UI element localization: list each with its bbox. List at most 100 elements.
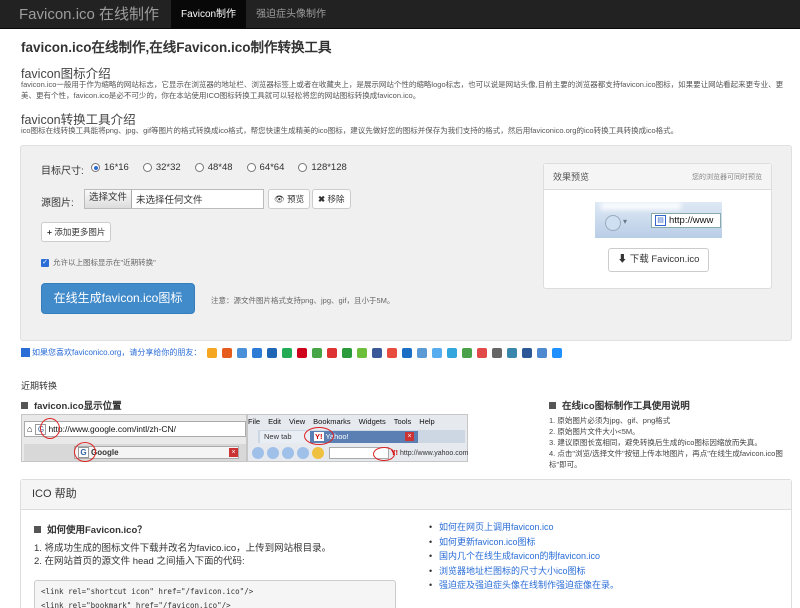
share-service-icon[interactable] bbox=[462, 347, 473, 358]
source-label: 源图片: bbox=[41, 198, 74, 209]
help-link[interactable]: 如何更新favicon.ico图标 bbox=[429, 535, 619, 550]
share-text[interactable]: 如果您喜欢faviconico.org，请分享给你的朋友： bbox=[32, 347, 201, 358]
size-label-64: 64*64 bbox=[259, 162, 285, 173]
fast-forward-icon bbox=[297, 447, 309, 459]
share-service-icon[interactable] bbox=[387, 347, 398, 358]
share-service-icon[interactable] bbox=[342, 347, 353, 358]
brand-logo[interactable]: Favicon.ico 在线制作 bbox=[0, 0, 171, 28]
nav-item-favicon[interactable]: Favicon制作 bbox=[171, 0, 247, 28]
choose-file-button[interactable]: 选择文件 bbox=[85, 190, 133, 208]
radio-icon[interactable] bbox=[142, 163, 152, 172]
share-service-icon[interactable] bbox=[312, 347, 323, 358]
close-icon: × bbox=[229, 448, 238, 457]
recent-label: 近期转换 bbox=[21, 381, 58, 391]
highlight-circle bbox=[40, 418, 60, 439]
share-service-icon[interactable] bbox=[522, 347, 533, 358]
usage-steps: 1. 原始图片必须为jpg、gif、png格式 2. 原始图片文件大小<5M。 … bbox=[549, 415, 789, 470]
radio-selected-icon[interactable] bbox=[91, 163, 100, 172]
share-service-icon[interactable] bbox=[252, 347, 263, 358]
usage-step: 3. 建议原图长宽相同，避免转换后生成的ico图标因缩放而失真。 bbox=[549, 438, 762, 447]
size-option-16[interactable]: 16*16 bbox=[91, 162, 129, 173]
size-label-32: 32*32 bbox=[155, 162, 181, 173]
left-section-title-text: favicon.ico显示位置 bbox=[34, 401, 122, 412]
highlight-circle bbox=[373, 447, 395, 461]
share-service-icon[interactable] bbox=[432, 347, 443, 358]
share-service-icon[interactable] bbox=[267, 347, 278, 358]
share-service-icon[interactable] bbox=[477, 347, 488, 358]
check-icon[interactable]: ✓ bbox=[41, 258, 49, 267]
intro-text: favicon.ico一般用于作为缩略的网站标志，它显示在浏览器的地址栏、浏览器… bbox=[21, 80, 784, 100]
preview-button-label: 预览 bbox=[287, 194, 305, 204]
radio-icon[interactable] bbox=[246, 163, 256, 172]
size-options: 16*16 32*32 48*48 64*64 128*128 bbox=[91, 162, 361, 173]
size-option-64[interactable]: 64*64 bbox=[246, 162, 285, 173]
menu-help: Help bbox=[419, 417, 435, 426]
download-button[interactable]: ⬇ 下载 Favicon.ico bbox=[608, 248, 709, 272]
help-title: ICO 帮助 bbox=[21, 480, 791, 510]
usage-step: 4. 点击"浏览/选择文件"按钮上传本地图片，再点"在线生成favicon.ic… bbox=[549, 449, 783, 469]
mock-tab-new: New tab bbox=[260, 431, 310, 443]
square-icon bbox=[549, 401, 556, 409]
menu-bookmarks: Bookmarks bbox=[313, 417, 351, 426]
share-service-icon[interactable] bbox=[327, 347, 338, 358]
forward-icon bbox=[267, 447, 279, 459]
preview-button[interactable]: 👁 预览 bbox=[268, 189, 311, 209]
menu-tools: Tools bbox=[393, 417, 412, 426]
share-service-icon[interactable] bbox=[222, 347, 233, 358]
share-icon[interactable] bbox=[21, 348, 30, 357]
help-link[interactable]: 强迫症及强迫症头像在线制作强迫症像在录。 bbox=[429, 578, 619, 593]
share-service-icon[interactable] bbox=[237, 347, 248, 358]
add-more-button[interactable]: + 添加更多图片 bbox=[41, 222, 112, 242]
share-service-icon[interactable] bbox=[417, 347, 428, 358]
mock-nav-row: Y! http://www.yahoo.com bbox=[252, 447, 468, 459]
help-links: 如何在网页上调用favicon.ico 如何更新favicon.ico图标 国内… bbox=[429, 520, 619, 593]
help-link[interactable]: 如何在网页上调用favicon.ico bbox=[429, 520, 619, 535]
share-service-icon[interactable] bbox=[402, 347, 413, 358]
mock-url: http://www.yahoo.com bbox=[400, 449, 469, 457]
share-bar: 如果您喜欢faviconico.org，请分享给你的朋友： bbox=[21, 347, 567, 358]
format-note: 注意：源文件图片格式支持png、jpg、gif，且小于5M。 bbox=[211, 296, 395, 305]
share-service-icon[interactable] bbox=[357, 347, 368, 358]
back-icon bbox=[605, 215, 621, 231]
share-service-icon[interactable] bbox=[207, 347, 218, 358]
preview-header: 效果预览 您的浏览器可同时预览 bbox=[544, 164, 771, 190]
size-label: 目标尺寸: bbox=[41, 166, 84, 177]
download-icon: ⬇ bbox=[617, 254, 628, 265]
share-icons bbox=[207, 347, 567, 358]
menu-view: View bbox=[289, 417, 306, 426]
share-service-icon[interactable] bbox=[372, 347, 383, 358]
size-option-128[interactable]: 128*128 bbox=[298, 162, 347, 173]
preview-panel: 效果预览 您的浏览器可同时预览 ▾ ▤ http://www ⬇ 下载 Favi… bbox=[543, 163, 772, 289]
mock-tab-row: G Google × bbox=[24, 442, 246, 462]
square-icon bbox=[21, 401, 28, 409]
add-more-label: 添加更多图片 bbox=[54, 227, 106, 237]
share-service-icon[interactable] bbox=[507, 347, 518, 358]
allow-recent-checkbox[interactable]: ✓ 允许以上图标显示在"近期转换" bbox=[41, 257, 156, 268]
radio-icon[interactable] bbox=[298, 163, 308, 172]
generate-button[interactable]: 在线生成favicon.ico图标 bbox=[41, 283, 195, 314]
radio-icon[interactable] bbox=[194, 163, 204, 172]
code-line: <link rel="bookmark" href="/favicon.ico"… bbox=[41, 601, 231, 608]
share-service-icon[interactable] bbox=[297, 347, 308, 358]
close-icon: ✖ bbox=[318, 194, 326, 204]
share-service-icon[interactable] bbox=[447, 347, 458, 358]
home-icon: ⌂ bbox=[27, 424, 33, 434]
size-option-48[interactable]: 48*48 bbox=[194, 162, 233, 173]
left-section-title: favicon.ico显示位置 bbox=[21, 398, 122, 412]
share-service-icon[interactable] bbox=[552, 347, 563, 358]
nav-item-avatar[interactable]: 强迫症头像制作 bbox=[246, 0, 336, 28]
share-service-icon[interactable] bbox=[492, 347, 503, 358]
share-service-icon[interactable] bbox=[282, 347, 293, 358]
converter-panel: 目标尺寸: 16*16 32*32 48*48 64*64 128*128 源图… bbox=[20, 145, 792, 341]
remove-button[interactable]: ✖ 移除 bbox=[312, 189, 351, 209]
help-link[interactable]: 国内几个在线生成favicon的制favicon.ico bbox=[429, 549, 619, 564]
usage-step: 2. 原始图片文件大小<5M。 bbox=[549, 427, 640, 436]
help-link[interactable]: 浏览器地址栏图标的尺寸大小ico图标 bbox=[429, 564, 619, 579]
share-service-icon[interactable] bbox=[537, 347, 548, 358]
file-input[interactable]: 选择文件 未选择任何文件 bbox=[84, 189, 264, 209]
preview-address-bar: ▤ http://www bbox=[651, 213, 721, 228]
eye-icon: 👁 bbox=[274, 194, 285, 204]
mock-tab-bar: New tab Y! Yahoo! × bbox=[258, 427, 465, 445]
mock-url: http://www.google.com/intl/zh-CN/ bbox=[48, 424, 176, 434]
size-option-32[interactable]: 32*32 bbox=[142, 162, 181, 173]
